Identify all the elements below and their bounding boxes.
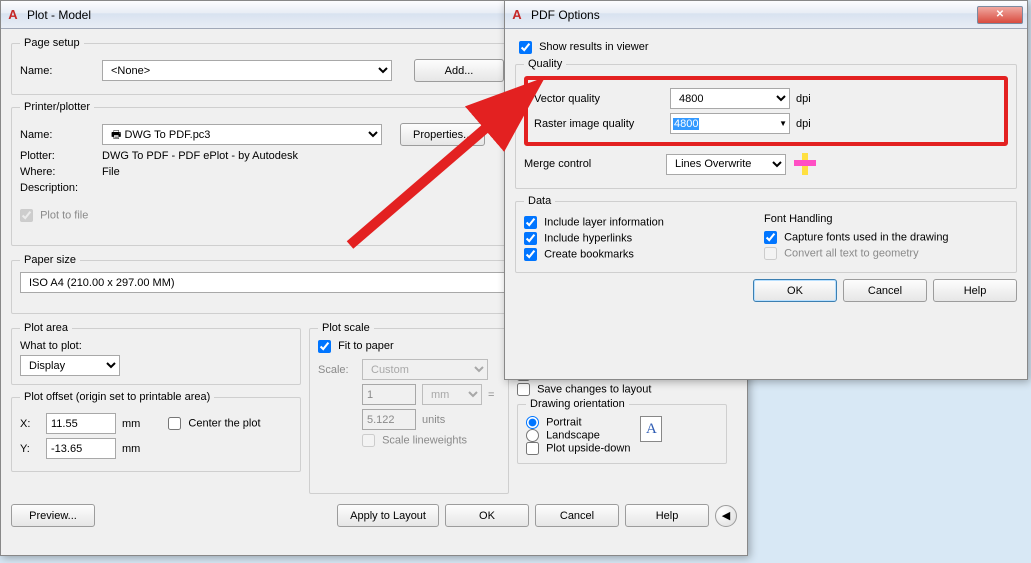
include-hyperlinks-checkbox[interactable]: Include hyperlinks (524, 232, 744, 245)
plot-help-button[interactable]: Help (625, 504, 709, 527)
plot-scale-group: Plot scale Fit to paper Scale: Custom (309, 322, 509, 494)
raster-quality-label: Raster image quality (534, 118, 664, 130)
quality-group: Quality Vector quality 4800 dpi Raster i… (515, 58, 1017, 189)
plot-area-legend: Plot area (20, 322, 72, 334)
plot-area-group: Plot area What to plot: Display (11, 322, 301, 385)
offset-x-input[interactable] (46, 413, 116, 434)
offset-x-unit: mm (122, 418, 140, 430)
center-plot-checkbox[interactable]: Center the plot (168, 417, 260, 430)
fit-to-paper-checkbox[interactable]: Fit to paper (318, 340, 394, 352)
printer-name-select[interactable]: 🖶 DWG To PDF.pc3 (102, 124, 382, 145)
save-changes-checkbox[interactable]: Save changes to layout (517, 383, 727, 396)
scale-unit-select: mm (422, 384, 482, 405)
plotter-label: Plotter: (20, 150, 96, 162)
units-label: units (422, 414, 445, 426)
where-label: Where: (20, 166, 96, 178)
what-to-plot-select[interactable]: Display (20, 355, 120, 376)
vector-dpi-label: dpi (796, 93, 811, 105)
chevron-down-icon: ▼ (779, 119, 787, 128)
apply-layout-button[interactable]: Apply to Layout (337, 504, 439, 527)
plot-offset-legend: Plot offset (origin set to printable are… (20, 391, 214, 403)
plot-cancel-button[interactable]: Cancel (535, 504, 619, 527)
page-setup-legend: Page setup (20, 37, 84, 49)
pdf-help-button[interactable]: Help (933, 279, 1017, 302)
offset-x-label: X: (20, 418, 40, 430)
capture-fonts-checkbox[interactable]: Capture fonts used in the drawing (764, 231, 949, 244)
scale-equals: = (488, 389, 494, 401)
pdf-options-window: A PDF Options ✕ Show results in viewer Q… (504, 0, 1028, 380)
pdf-options-title: PDF Options (531, 8, 975, 22)
create-bookmarks-checkbox[interactable]: Create bookmarks (524, 248, 744, 261)
pdf-ok-button[interactable]: OK (753, 279, 837, 302)
scale-drawing-input (362, 409, 416, 430)
autocad-icon: A (509, 7, 525, 23)
page-setup-name-label: Name: (20, 65, 96, 77)
offset-y-input[interactable] (46, 438, 116, 459)
plot-scale-legend: Plot scale (318, 322, 374, 334)
what-to-plot-label: What to plot: (20, 340, 292, 352)
paper-size-legend: Paper size (20, 254, 80, 266)
scale-select: Custom (362, 359, 488, 380)
scale-label: Scale: (318, 364, 356, 376)
where-value: File (102, 166, 120, 178)
pdf-options-titlebar: A PDF Options ✕ (505, 1, 1027, 29)
description-label: Description: (20, 182, 96, 194)
expand-button[interactable]: ◀ (715, 505, 737, 527)
plot-to-file-checkbox: Plot to file (20, 209, 88, 222)
scale-unit-input (362, 384, 416, 405)
plot-offset-group: Plot offset (origin set to printable are… (11, 391, 301, 472)
close-icon: ✕ (996, 9, 1004, 20)
page-setup-add-button[interactable]: Add... (414, 59, 504, 82)
merge-control-label: Merge control (524, 158, 660, 170)
show-results-checkbox[interactable]: Show results in viewer (519, 41, 649, 53)
portrait-radio[interactable]: Portrait (526, 416, 630, 429)
offset-y-unit: mm (122, 443, 140, 455)
close-button[interactable]: ✕ (977, 6, 1023, 24)
chevron-left-icon: ◀ (722, 509, 730, 522)
convert-text-checkbox: Convert all text to geometry (764, 247, 949, 260)
merge-icon (792, 152, 818, 176)
data-legend: Data (524, 195, 555, 207)
vector-quality-label: Vector quality (534, 93, 664, 105)
font-handling-label: Font Handling (764, 213, 949, 225)
orientation-legend: Drawing orientation (526, 398, 629, 410)
merge-control-select[interactable]: Lines Overwrite (666, 154, 786, 175)
raster-quality-value: 4800 (673, 118, 699, 130)
autocad-icon: A (5, 7, 21, 23)
orientation-group: Drawing orientation Portrait Landscape P… (517, 398, 727, 464)
raster-quality-combobox[interactable]: 4800 ▼ (670, 113, 790, 134)
data-group: Data Include layer information Include h… (515, 195, 1017, 273)
printer-legend: Printer/plotter (20, 101, 94, 113)
quality-legend: Quality (524, 58, 566, 70)
plot-ok-button[interactable]: OK (445, 504, 529, 527)
raster-dpi-label: dpi (796, 118, 811, 130)
printer-properties-button[interactable]: Properties... (400, 123, 485, 146)
printer-name-label: Name: (20, 129, 96, 141)
orientation-icon: A (640, 416, 662, 442)
plotter-value: DWG To PDF - PDF ePlot - by Autodesk (102, 150, 298, 162)
upside-down-checkbox[interactable]: Plot upside-down (526, 442, 630, 455)
preview-button[interactable]: Preview... (11, 504, 95, 527)
page-setup-name-select[interactable]: <None> (102, 60, 392, 81)
landscape-radio[interactable]: Landscape (526, 429, 630, 442)
vector-quality-select[interactable]: 4800 (670, 88, 790, 109)
include-layer-checkbox[interactable]: Include layer information (524, 216, 744, 229)
scale-lineweights-checkbox: Scale lineweights (362, 434, 467, 447)
offset-y-label: Y: (20, 443, 40, 455)
pdf-cancel-button[interactable]: Cancel (843, 279, 927, 302)
